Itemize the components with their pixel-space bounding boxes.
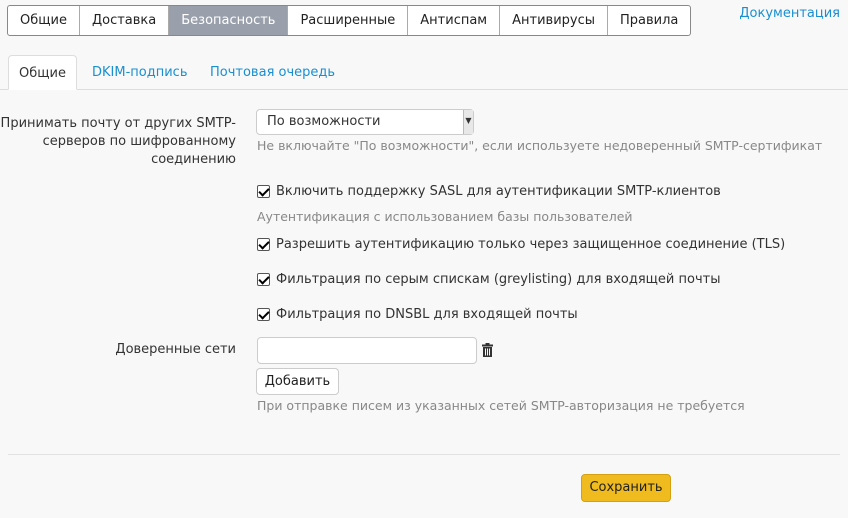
greylisting-checkbox-row[interactable]: Фильтрация по серым спискам (greylisting… bbox=[257, 272, 720, 287]
trusted-networks-label: Доверенные сети bbox=[115, 342, 236, 357]
tab-antispam[interactable]: Антиспам bbox=[408, 6, 501, 35]
trash-icon[interactable] bbox=[482, 343, 493, 357]
divider bbox=[8, 454, 840, 455]
greylisting-checkbox[interactable] bbox=[257, 273, 270, 286]
subtab-mail-queue[interactable]: Почтовая очередь bbox=[210, 55, 335, 90]
tab-antivirus[interactable]: Антивирусы bbox=[500, 6, 609, 35]
greylisting-label: Фильтрация по серым спискам (greylisting… bbox=[276, 272, 721, 287]
tab-advanced[interactable]: Расширенные bbox=[288, 6, 409, 35]
dnsbl-checkbox-row[interactable]: Фильтрация по DNSBL для входящей почты bbox=[257, 307, 578, 322]
sub-tabs: Общие DKIM-подпись Почтовая очередь bbox=[0, 55, 848, 90]
tls-select-value: По возможности bbox=[267, 114, 381, 129]
subtab-dkim[interactable]: DKIM-подпись bbox=[92, 55, 187, 90]
dnsbl-checkbox[interactable] bbox=[257, 308, 270, 321]
save-button[interactable]: Сохранить bbox=[581, 474, 671, 502]
tab-rules[interactable]: Правила bbox=[608, 6, 690, 35]
tls-only-checkbox-row[interactable]: Разрешить аутентификацию только через за… bbox=[257, 237, 785, 252]
tls-only-label: Разрешить аутентификацию только через за… bbox=[276, 237, 786, 252]
tab-delivery[interactable]: Доставка bbox=[80, 6, 170, 35]
sasl-label: Включить поддержку SASL для аутентификац… bbox=[276, 184, 721, 199]
trusted-network-input[interactable] bbox=[257, 337, 477, 364]
sasl-checkbox-row[interactable]: Включить поддержку SASL для аутентификац… bbox=[257, 184, 721, 199]
add-network-button[interactable]: Добавить bbox=[256, 368, 339, 395]
sasl-checkbox[interactable] bbox=[257, 185, 270, 198]
sasl-hint: Аутентификация с использованием базы пол… bbox=[257, 209, 633, 224]
tab-general[interactable]: Общие bbox=[8, 6, 80, 35]
documentation-link[interactable]: Документация bbox=[739, 6, 840, 21]
tls-label: Принимать почту от других SMTP- серверов… bbox=[0, 116, 236, 167]
subtab-general[interactable]: Общие bbox=[8, 55, 77, 90]
tab-security[interactable]: Безопасность bbox=[169, 6, 289, 35]
main-tabs: Общие Доставка Безопасность Расширенные … bbox=[7, 5, 692, 36]
tls-hint: Не включайте "По возможности", если испо… bbox=[257, 138, 823, 153]
trusted-networks-hint: При отправке писем из указанных сетей SM… bbox=[257, 398, 745, 413]
tls-only-checkbox[interactable] bbox=[257, 238, 270, 251]
dnsbl-label: Фильтрация по DNSBL для входящей почты bbox=[276, 307, 578, 322]
caret-down-icon: ▼ bbox=[463, 110, 473, 134]
tls-select[interactable]: По возможности ▼ bbox=[256, 109, 474, 135]
